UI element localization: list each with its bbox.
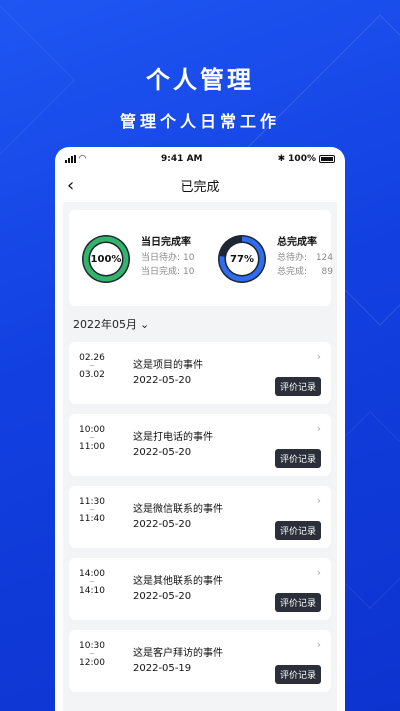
event-end: 14:10 — [79, 586, 105, 596]
chevron-right-icon: › — [316, 350, 321, 363]
signal-icon — [65, 155, 76, 163]
event-end: 03.02 — [79, 370, 105, 380]
event-card[interactable]: 11:30 ~ 11:40 这是微信联系的事件 2022-05-20 › 评价记… — [69, 486, 331, 548]
chevron-right-icon: › — [316, 422, 321, 435]
phone-frame: ◠ 9:41 AM ✱ 100% ‹ 已完成 100% 当日完成率 当日待办: … — [55, 147, 345, 711]
event-date: 2022-05-20 — [133, 447, 192, 458]
review-record-button[interactable]: 评价记录 — [274, 593, 321, 612]
event-title: 这是项目的事件 — [133, 360, 203, 371]
battery-percent: 100% — [288, 154, 316, 164]
month-label: 2022年05月 — [73, 318, 137, 331]
status-time: 9:41 AM — [161, 154, 203, 164]
review-record-button[interactable]: 评价记录 — [274, 377, 321, 396]
event-end: 11:40 — [79, 514, 105, 524]
event-title: 这是其他联系的事件 — [133, 576, 223, 587]
daily-done-value: 10 — [183, 267, 195, 277]
event-card[interactable]: 10:00 ~ 11:00 这是打电话的事件 2022-05-20 › 评价记录 — [69, 414, 331, 476]
daily-done-label: 当日完成: — [141, 267, 181, 277]
event-title: 这是微信联系的事件 — [133, 504, 223, 515]
total-done-value: 89 — [321, 267, 333, 277]
event-date: 2022-05-20 — [133, 375, 192, 386]
review-record-button[interactable]: 评价记录 — [274, 521, 321, 540]
event-date: 2022-05-20 — [133, 519, 192, 530]
daily-todo-label: 当日待办: — [141, 253, 181, 263]
chevron-right-icon: › — [316, 494, 321, 507]
chevron-right-icon: › — [316, 638, 321, 651]
chevron-down-icon: ⌄ — [140, 317, 150, 331]
total-stats: 总完成率 总待办: 124 总完成: 89 — [277, 236, 333, 279]
back-chevron-icon[interactable]: ‹ — [67, 175, 74, 196]
event-time-range: 10:00 ~ 11:00 — [79, 425, 105, 452]
event-time-range: 02.26 ~ 03.02 — [79, 353, 105, 380]
status-bar: ◠ 9:41 AM ✱ 100% — [55, 147, 345, 171]
month-selector[interactable]: 2022年05月 ⌄ — [73, 316, 149, 332]
event-time-range: 11:30 ~ 11:40 — [79, 497, 105, 524]
total-todo-label: 总待办: — [277, 253, 308, 263]
daily-rate-title: 当日完成率 — [141, 237, 191, 248]
hero-title: 个人管理 — [146, 66, 254, 94]
daily-stats: 当日完成率 当日待办: 10 当日完成: 10 — [141, 236, 195, 279]
event-title: 这是打电话的事件 — [133, 432, 213, 443]
event-date: 2022-05-20 — [133, 591, 192, 602]
chevron-right-icon: › — [316, 566, 321, 579]
event-card[interactable]: 14:00 ~ 14:10 这是其他联系的事件 2022-05-20 › 评价记… — [69, 558, 331, 620]
daily-completion-ring: 100% — [79, 232, 133, 286]
total-done-label: 总完成: — [277, 267, 308, 277]
event-date: 2022-05-19 — [133, 663, 192, 674]
completion-summary-card: 100% 当日完成率 当日待办: 10 当日完成: 10 77% 总完成率 总待办:… — [69, 210, 333, 306]
content-area: 100% 当日完成率 当日待办: 10 当日完成: 10 77% 总完成率 总待办:… — [63, 202, 337, 711]
bluetooth-icon: ✱ — [277, 154, 286, 164]
event-card[interactable]: 02.26 ~ 03.02 这是项目的事件 2022-05-20 › 评价记录 — [69, 342, 331, 404]
event-list: 02.26 ~ 03.02 这是项目的事件 2022-05-20 › 评价记录 … — [69, 342, 331, 702]
event-time-range: 14:00 ~ 14:10 — [79, 569, 105, 596]
event-end: 11:00 — [79, 442, 105, 452]
total-percent: 77% — [230, 253, 254, 265]
event-card[interactable]: 10:30 ~ 12:00 这是客户拜访的事件 2022-05-19 › 评价记… — [69, 630, 331, 692]
review-record-button[interactable]: 评价记录 — [274, 449, 321, 468]
page-title: 已完成 — [180, 179, 220, 195]
daily-todo-value: 10 — [183, 253, 195, 263]
event-title: 这是客户拜访的事件 — [133, 648, 223, 659]
battery-icon — [318, 155, 335, 163]
total-rate-title: 总完成率 — [277, 237, 317, 248]
wifi-icon: ◠ — [79, 154, 86, 164]
hero-subtitle: 管理个人日常工作 — [119, 112, 280, 131]
review-record-button[interactable]: 评价记录 — [274, 665, 321, 684]
event-time-range: 10:30 ~ 12:00 — [79, 641, 105, 668]
total-completion-ring: 77% — [215, 232, 269, 286]
nav-bar: ‹ 已完成 — [55, 171, 345, 199]
daily-percent: 100% — [90, 253, 122, 265]
event-end: 12:00 — [79, 658, 105, 668]
total-todo-value: 124 — [315, 253, 333, 263]
